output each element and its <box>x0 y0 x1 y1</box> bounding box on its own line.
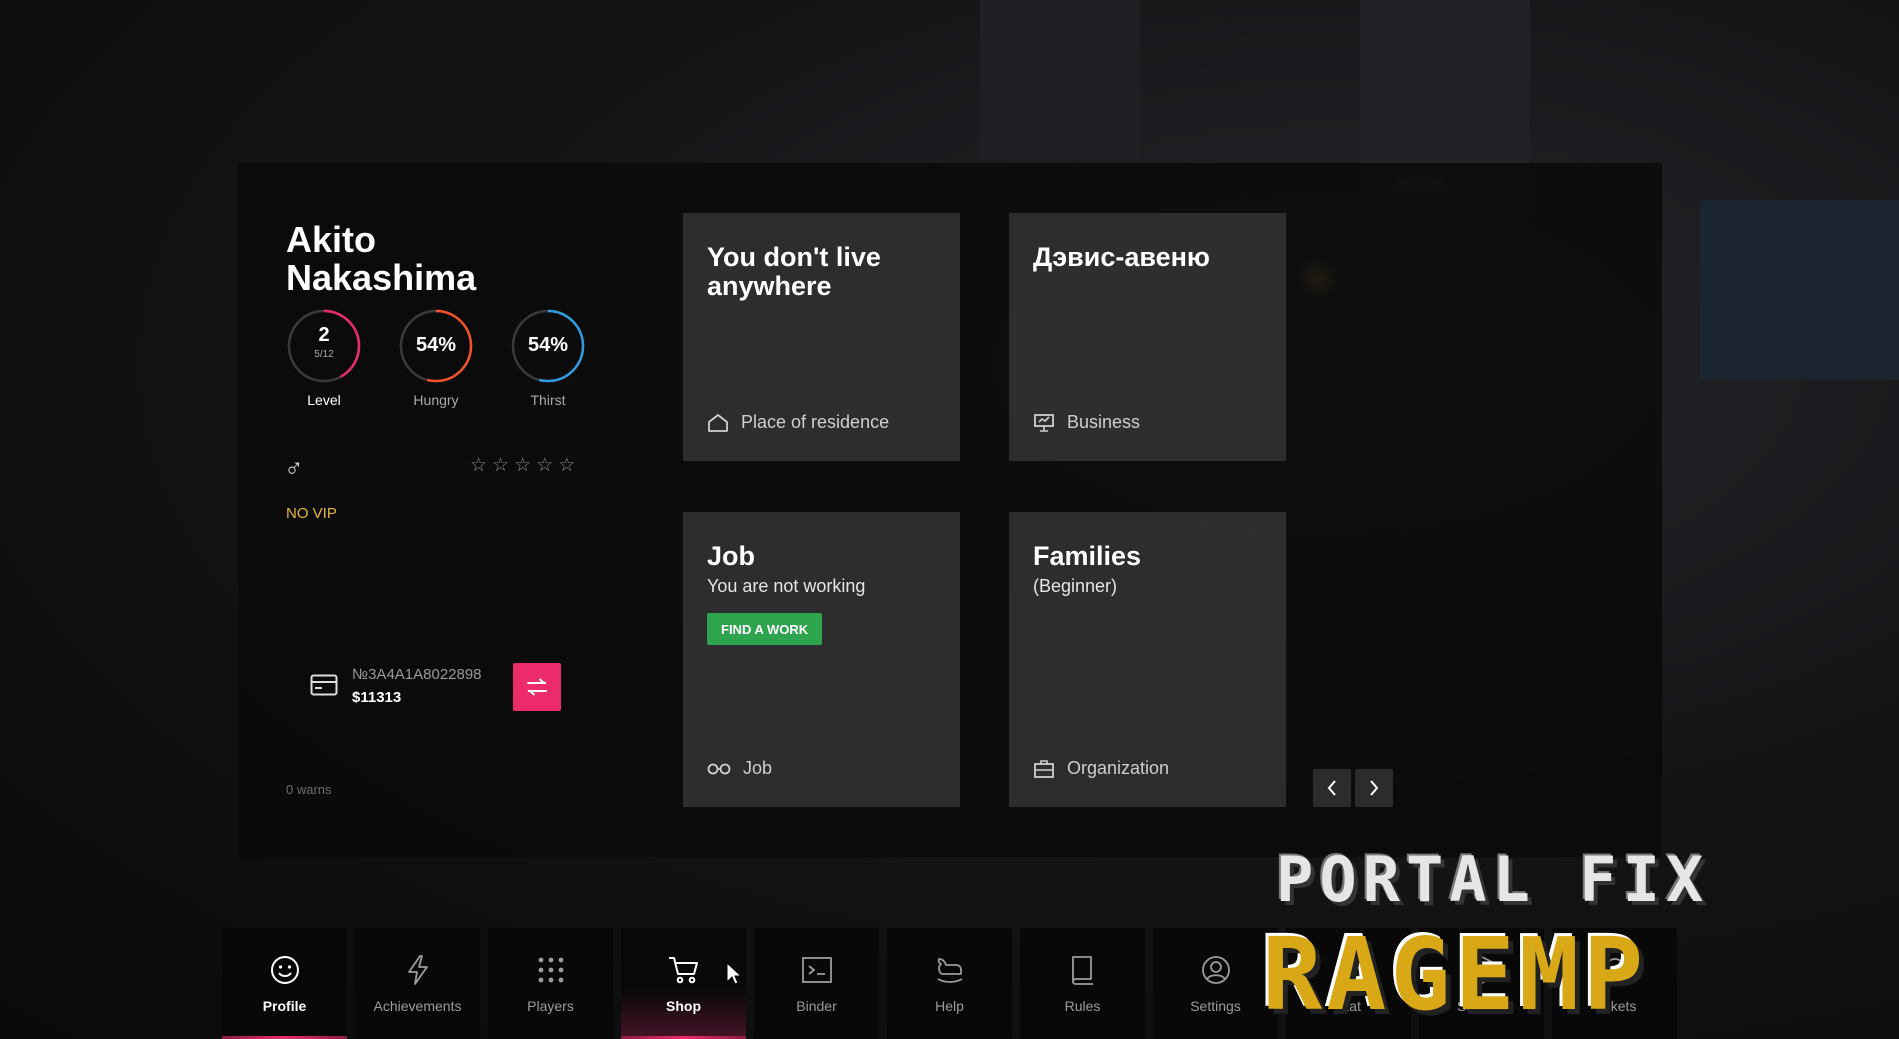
nav-profile-label: Profile <box>262 998 307 1014</box>
residence-tile[interactable]: You don't live anywhere Place of residen… <box>683 213 960 461</box>
home-icon <box>708 413 728 432</box>
briefcase-icon <box>1034 759 1054 778</box>
user-circle-icon <box>1201 956 1230 984</box>
nav-rules-label: Rules <box>1064 998 1101 1014</box>
terminal-icon <box>801 957 832 983</box>
thirst-label: Thirst <box>530 392 566 408</box>
nav-players[interactable]: Players <box>488 928 613 1039</box>
vip-status: NO VIP <box>286 505 337 522</box>
rating-stars: ☆☆☆☆☆ <box>470 454 580 477</box>
profile-panel: Akito Nakashima 2 5/12 Level 54% Hungry … <box>238 163 1662 857</box>
nav-binder[interactable]: Binder <box>754 928 879 1039</box>
transfer-icon <box>527 678 547 696</box>
business-tile[interactable]: Дэвис-авеню Business <box>1009 213 1286 461</box>
job-title: Job <box>707 541 756 571</box>
job-footer-label: Job <box>743 758 773 778</box>
residence-title: You don't live anywhere <box>707 242 881 301</box>
business-footer: Business <box>1033 412 1140 433</box>
business-title: Дэвис-авеню <box>1033 242 1210 272</box>
star-icon: ☆ <box>492 455 515 476</box>
nav-profile[interactable]: Profile <box>222 928 347 1039</box>
cart-icon <box>668 957 698 984</box>
level-value: 2 <box>318 324 330 346</box>
presentation-icon <box>1034 413 1054 432</box>
thirst-ring: 54% <box>510 308 586 384</box>
watermark-logo: RAGEMP <box>1262 916 1648 1033</box>
level-progress-text: 5/12 <box>314 349 334 360</box>
nav-achievements[interactable]: Achievements <box>355 928 480 1039</box>
star-icon: ☆ <box>514 455 537 476</box>
level-label: Level <box>307 392 341 408</box>
last-name: Nakashima <box>286 257 477 298</box>
grid-dots-icon <box>538 957 563 983</box>
nav-shop-label: Shop <box>666 998 701 1014</box>
player-name: Akito Nakashima <box>286 221 586 297</box>
nav-achievements-label: Achievements <box>373 998 462 1014</box>
families-footer: Organization <box>1033 758 1169 779</box>
nav-help-label: Help <box>935 998 964 1014</box>
job-footer: Job <box>707 758 772 779</box>
families-title: Families <box>1033 541 1142 571</box>
male-icon: ♂ <box>284 453 304 483</box>
residence-footer: Place of residence <box>707 412 889 433</box>
hungry-ring: 54% <box>398 308 474 384</box>
job-status: You are not working <box>707 576 866 596</box>
nav-settings[interactable]: Settings <box>1153 928 1278 1039</box>
lightning-icon <box>407 955 428 985</box>
smiley-icon <box>270 956 299 984</box>
prev-page-button[interactable] <box>1313 769 1351 807</box>
level-ring: 2 5/12 <box>286 308 362 384</box>
chevron-left-icon <box>1327 780 1336 796</box>
first-name: Akito <box>286 219 376 260</box>
bank-balance: $11313 <box>352 689 402 706</box>
hungry-label: Hungry <box>413 392 459 408</box>
rocking-horse-icon <box>937 958 962 983</box>
find-work-button[interactable]: FIND A WORK <box>707 613 823 645</box>
nav-settings-label: Settings <box>1190 998 1241 1014</box>
nav-rules[interactable]: Rules <box>1020 928 1145 1039</box>
chevron-right-icon <box>1370 780 1379 796</box>
watermark-top: PORTAL FIX <box>1276 843 1710 916</box>
residence-footer-label: Place of residence <box>741 412 890 432</box>
glasses-icon <box>707 763 731 774</box>
thirst-value: 54% <box>527 334 569 356</box>
credit-card-icon <box>310 674 338 701</box>
star-icon: ☆ <box>470 455 493 476</box>
families-rank: (Beginner) <box>1033 576 1118 596</box>
warns-count: 0 warns <box>286 782 332 797</box>
book-icon <box>1071 956 1093 985</box>
star-icon: ☆ <box>536 455 559 476</box>
nav-binder-label: Binder <box>796 998 837 1014</box>
bank-account-number: №3A4A1A8022898 <box>352 666 482 683</box>
next-page-button[interactable] <box>1355 769 1393 807</box>
hungry-value: 54% <box>415 334 457 356</box>
business-footer-label: Business <box>1067 412 1141 432</box>
nav-help[interactable]: Help <box>887 928 1012 1039</box>
transfer-button[interactable] <box>513 663 561 711</box>
families-footer-label: Organization <box>1067 758 1170 778</box>
job-tile[interactable]: Job You are not working FIND A WORK Job <box>683 512 960 807</box>
families-tile[interactable]: Families (Beginner) Organization <box>1009 512 1286 807</box>
star-icon: ☆ <box>558 455 581 476</box>
mouse-cursor-icon <box>726 961 743 991</box>
nav-players-label: Players <box>527 998 574 1014</box>
